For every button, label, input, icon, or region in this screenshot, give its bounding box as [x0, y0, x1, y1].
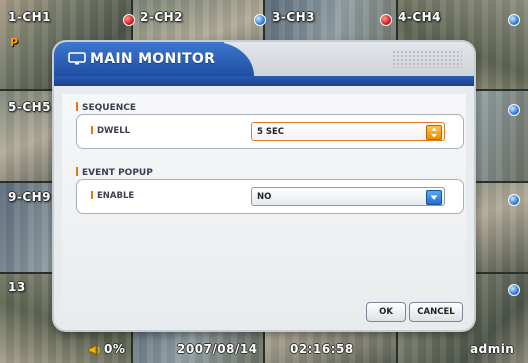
enable-label: ENABLE: [91, 191, 134, 201]
enable-dropdown[interactable]: NO: [251, 187, 445, 206]
status-indicator-icon: [254, 14, 266, 26]
time-display: 02:16:58: [290, 342, 354, 356]
dwell-label: DWELL: [91, 126, 130, 136]
dwell-value: 5 SEC: [257, 127, 285, 137]
status-indicator-icon: [508, 194, 520, 206]
status-indicator-icon: [508, 14, 520, 26]
dwell-row: DWELL 5 SEC: [76, 114, 464, 149]
dialog-title: MAIN MONITOR: [90, 51, 216, 67]
main-monitor-dialog: MAIN MONITOR SEQUENCE DWELL 5 SEC EVENT …: [54, 42, 474, 330]
enable-row: ENABLE NO: [76, 179, 464, 214]
section-label-sequence: SEQUENCE: [76, 102, 136, 113]
channel-label-1: 1-CH1: [8, 10, 52, 24]
section-label-event-popup: EVENT POPUP: [76, 167, 153, 178]
enable-value: NO: [257, 192, 272, 202]
channel-label-5: 5-CH5: [8, 100, 52, 114]
spinner-arrows-icon[interactable]: [426, 125, 442, 140]
date-display: 2007/08/14: [177, 342, 258, 356]
speaker-icon[interactable]: [88, 343, 102, 357]
ok-button[interactable]: OK: [366, 302, 406, 322]
record-indicator-icon: [123, 14, 135, 26]
record-indicator-icon: [380, 14, 392, 26]
monitor-icon: [68, 52, 86, 65]
status-indicator-icon: [508, 284, 520, 296]
channel-label-13: 13: [8, 280, 26, 294]
channel-label-3: 3-CH3: [272, 10, 316, 24]
ptz-indicator: P: [10, 36, 19, 49]
dwell-spinner[interactable]: 5 SEC: [251, 122, 445, 141]
dialog-body: SEQUENCE DWELL 5 SEC EVENT POPUP ENABLE …: [62, 94, 466, 322]
channel-label-2: 2-CH2: [140, 10, 184, 24]
cancel-button[interactable]: CANCEL: [409, 302, 463, 322]
volume-level: 0%: [104, 342, 126, 356]
chevron-down-icon[interactable]: [426, 190, 442, 205]
status-indicator-icon: [508, 104, 520, 116]
dialog-header: MAIN MONITOR: [54, 42, 474, 86]
status-bar: 0% 2007/08/14 02:16:58 admin: [0, 338, 528, 363]
channel-label-4: 4-CH4: [398, 10, 442, 24]
user-name: admin: [470, 342, 515, 356]
channel-label-9: 9-CH9: [8, 190, 52, 204]
